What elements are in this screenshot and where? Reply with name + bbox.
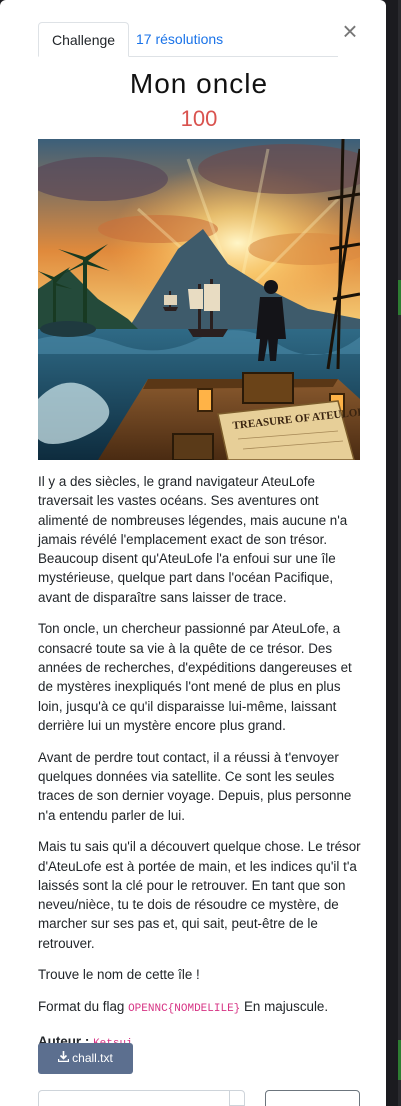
tab-solves[interactable]: 17 résolutions bbox=[123, 22, 236, 56]
description-paragraph: Il y a des siècles, le grand navigateur … bbox=[38, 474, 348, 605]
challenge-modal: Challenge 17 résolutions × Mon oncle 100 bbox=[0, 0, 386, 1106]
download-icon bbox=[57, 1043, 70, 1074]
challenge-points: 100 bbox=[180, 106, 218, 131]
flag-format-line: Format du flag OPENNC{NOMDELILE} En maju… bbox=[38, 997, 363, 1019]
tab-bar: Challenge 17 résolutions bbox=[38, 22, 338, 57]
challenge-title: Mon oncle bbox=[129, 68, 269, 99]
description-paragraph: Trouve le nom de cette île ! bbox=[38, 967, 200, 983]
input-corner bbox=[229, 1091, 244, 1106]
download-label: chall.txt bbox=[72, 1051, 113, 1065]
submit-button[interactable] bbox=[265, 1090, 360, 1106]
challenge-illustration: TREASURE OF ATEULOFE bbox=[38, 139, 360, 460]
flag-format-suffix: En majuscule. bbox=[240, 999, 329, 1015]
download-chall-button[interactable]: chall.txt bbox=[38, 1043, 133, 1074]
flag-format-code: OPENNC{NOMDELILE} bbox=[128, 1003, 241, 1016]
close-icon[interactable]: × bbox=[338, 18, 362, 44]
flag-input[interactable] bbox=[38, 1090, 245, 1106]
flag-format-prefix: Format du flag bbox=[38, 999, 129, 1015]
challenge-description: Il y a des siècles, le grand navigateur … bbox=[38, 472, 363, 1066]
description-paragraph: Mais tu sais qu'il a découvert quelque c… bbox=[38, 839, 361, 951]
tab-challenge[interactable]: Challenge bbox=[38, 22, 130, 57]
description-paragraph: Avant de perdre tout contact, il a réuss… bbox=[38, 749, 352, 823]
description-paragraph: Ton oncle, un chercheur passionné par At… bbox=[38, 621, 352, 733]
